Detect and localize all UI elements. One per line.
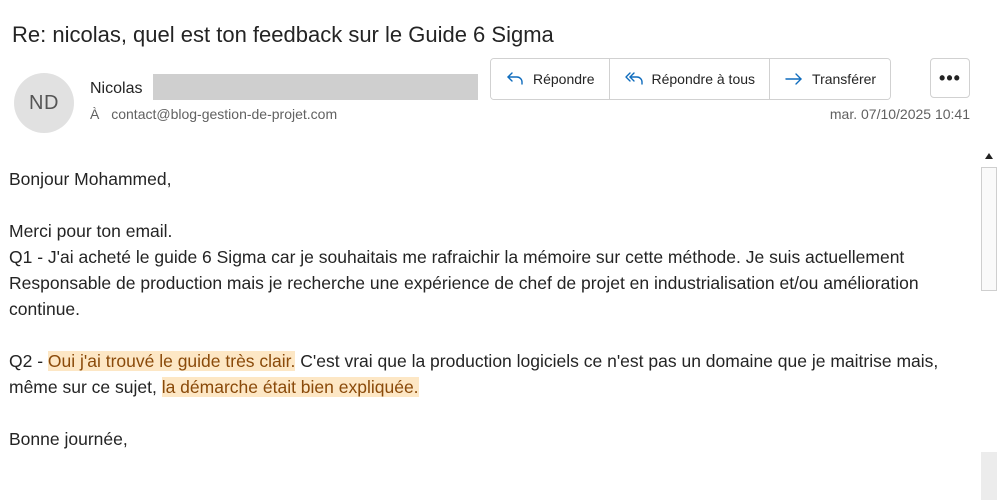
more-actions-button[interactable]: ••• xyxy=(930,58,970,98)
to-label: À xyxy=(90,106,100,122)
reply-all-button[interactable]: Répondre à tous xyxy=(609,59,771,99)
scroll-up-arrow-icon[interactable] xyxy=(980,147,998,165)
forward-label: Transférer xyxy=(812,71,877,87)
recipient-address[interactable]: contact@blog-gestion-de-projet.com xyxy=(111,106,337,122)
email-subject: Re: nicolas, quel est ton feedback sur l… xyxy=(12,22,554,47)
more-icon: ••• xyxy=(939,67,961,88)
q2-prefix: Q2 - xyxy=(9,351,48,371)
closing: Bonne journée, xyxy=(9,429,128,449)
reply-icon xyxy=(507,72,523,85)
sender-name[interactable]: Nicolas xyxy=(90,80,142,98)
reply-actions-toolbar: Répondre Répondre à tous Transférer xyxy=(490,58,892,100)
q2-paragraph: Q2 - Oui j'ai trouvé le guide très clair… xyxy=(9,348,971,400)
reply-all-label: Répondre à tous xyxy=(651,71,756,87)
avatar-initials: ND xyxy=(29,91,59,114)
sender-avatar[interactable]: ND xyxy=(14,73,74,133)
email-date: mar. 07/10/2025 10:41 xyxy=(829,106,970,122)
scroll-track[interactable] xyxy=(981,452,997,500)
thanks-line: Merci pour ton email. xyxy=(9,221,173,241)
highlight-well-explained: la démarche était bien expliquée. xyxy=(161,377,419,397)
forward-icon xyxy=(785,73,802,85)
body-scrollbar[interactable] xyxy=(980,147,998,500)
scroll-thumb[interactable] xyxy=(981,167,997,291)
q1-paragraph: Q1 - J'ai acheté le guide 6 Sigma car je… xyxy=(9,247,919,319)
email-body: Bonjour Mohammed, Merci pour ton email. … xyxy=(9,166,971,452)
forward-button[interactable]: Transférer xyxy=(770,59,891,99)
greeting: Bonjour Mohammed, xyxy=(9,169,172,189)
redacted-sender-address xyxy=(153,74,478,100)
recipient-line: À contact@blog-gestion-de-projet.com xyxy=(90,106,337,122)
reply-label: Répondre xyxy=(533,71,595,87)
highlight-clear-guide: Oui j'ai trouvé le guide très clair. xyxy=(47,351,296,371)
reply-all-icon xyxy=(624,72,643,85)
reply-button[interactable]: Répondre xyxy=(491,59,610,99)
